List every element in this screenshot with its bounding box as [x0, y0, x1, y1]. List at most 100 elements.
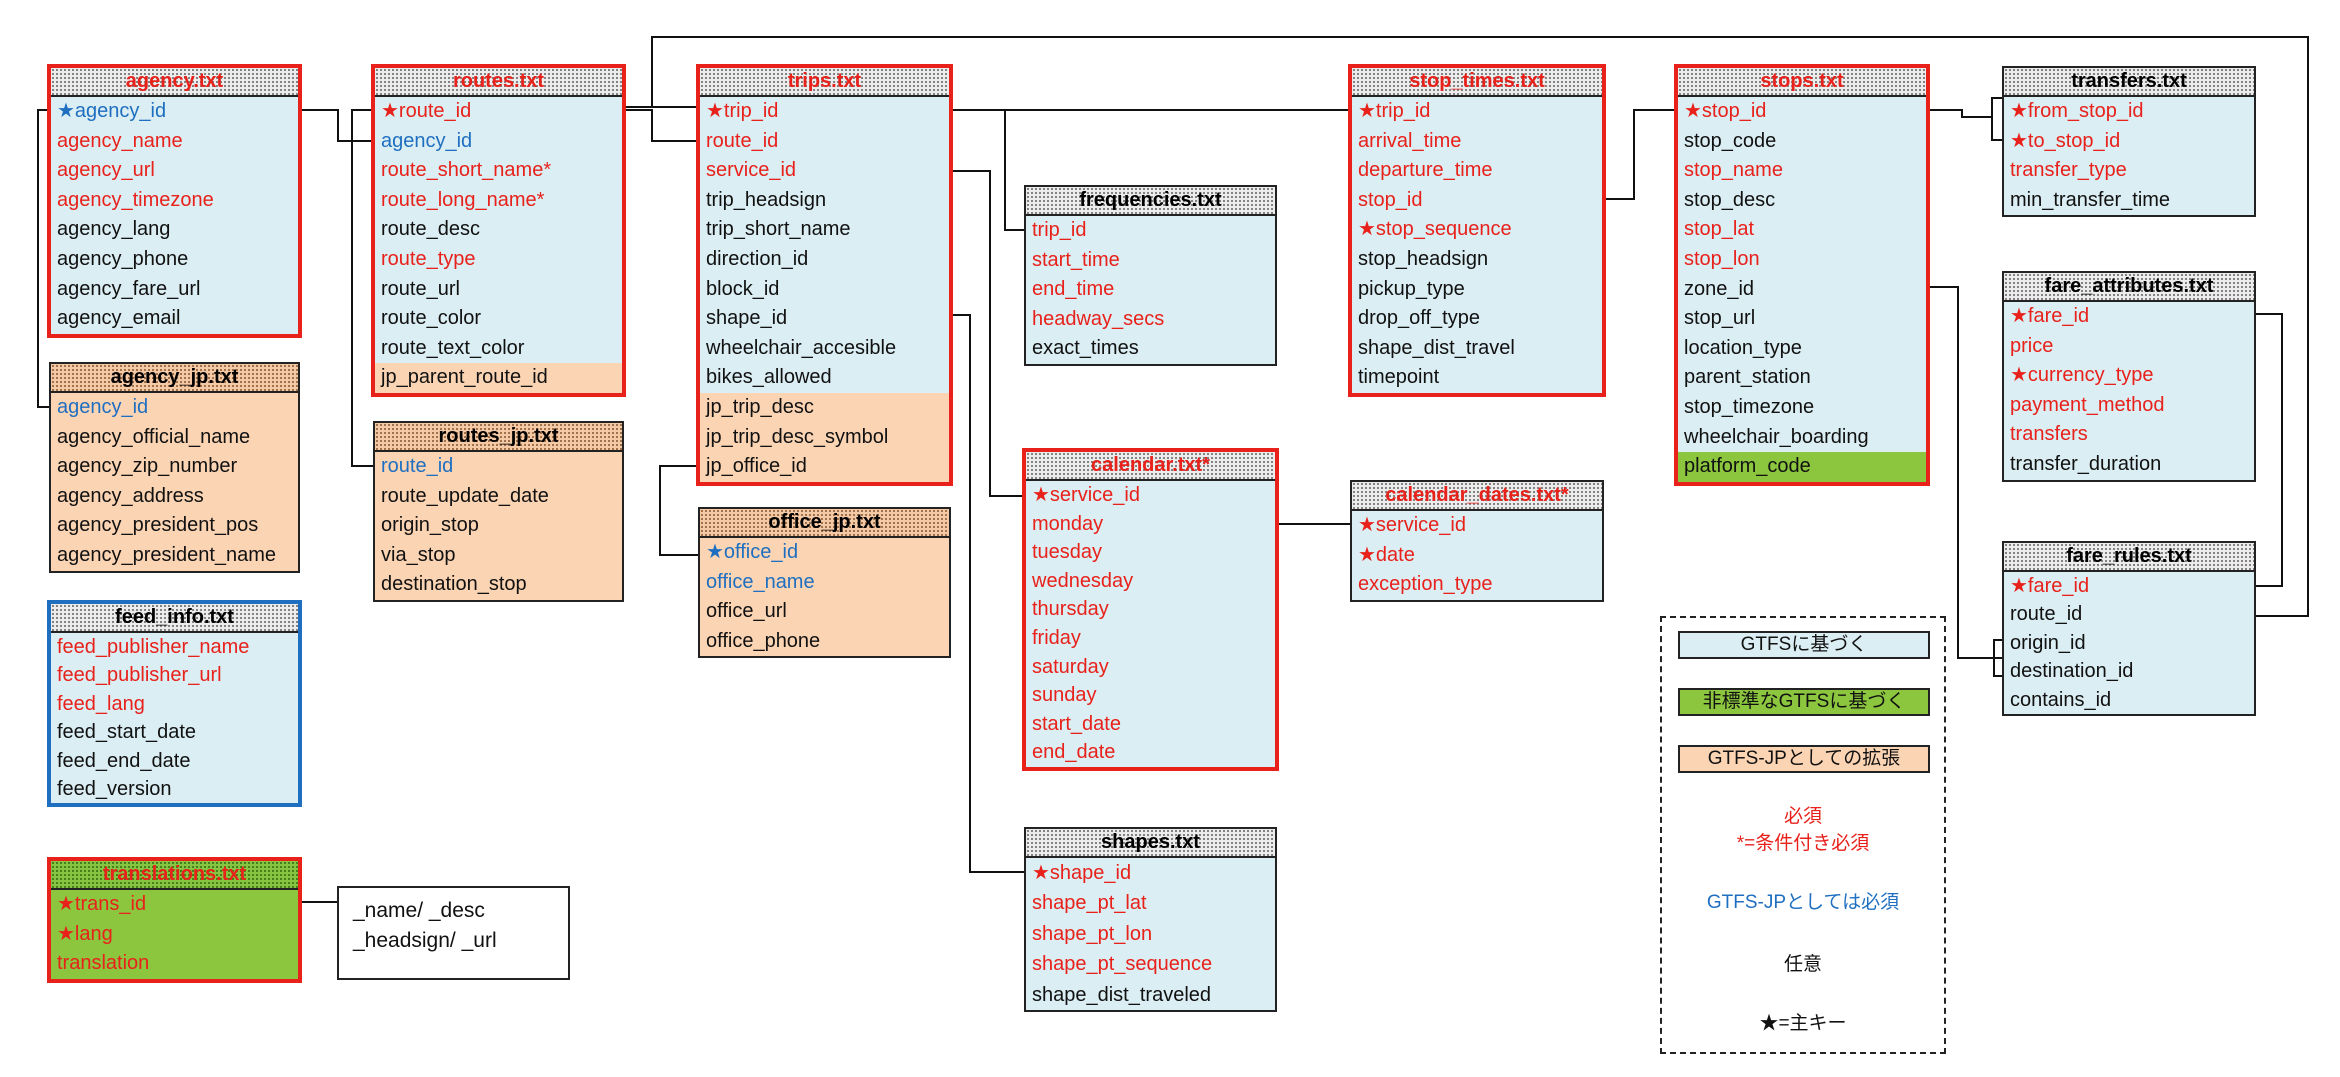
field-stop-sequence: ★stop_sequence: [1352, 215, 1602, 245]
table-title: transfers.txt: [2004, 68, 2254, 97]
legend-jp-ext-swatch: GTFS-JPとしての拡張: [1678, 745, 1930, 773]
field-route-short-name: route_short_name*: [375, 156, 622, 186]
field-jp-parent-route-id: jp_parent_route_id: [375, 363, 622, 393]
note-line-1: _name/ _desc: [353, 899, 485, 922]
field-contains-id: contains_id: [2004, 685, 2254, 714]
field-route-id: route_id: [375, 452, 622, 482]
table-title: stop_times.txt: [1352, 68, 1602, 97]
field-agency-email: agency_email: [51, 304, 298, 334]
field-date: ★date: [1352, 540, 1602, 571]
field-stop-lon: stop_lon: [1678, 244, 1926, 275]
field-route-url: route_url: [375, 274, 622, 305]
link-agency-routes: [300, 109, 375, 142]
field-pickup-type: pickup_type: [1352, 274, 1602, 305]
field-trip-id: trip_id: [1026, 216, 1275, 246]
field-headway-secs: headway_secs: [1026, 304, 1275, 335]
field-end-time: end_time: [1026, 275, 1275, 305]
table-trips: trips.txt ★trip_id route_id service_id t…: [696, 64, 953, 486]
table-stops: stops.txt ★stop_id stop_code stop_name s…: [1674, 64, 1930, 486]
field-service-id: ★service_id: [1026, 481, 1275, 510]
table-stop-times: stop_times.txt ★trip_id arrival_time dep…: [1348, 64, 1606, 397]
field-trip-headsign: trip_headsign: [700, 185, 949, 216]
field-fare-id: ★fare_id: [2004, 572, 2254, 601]
field-trip-id: ★trip_id: [700, 97, 949, 127]
field-transfer-duration: transfer_duration: [2004, 449, 2254, 480]
field-location-type: location_type: [1678, 333, 1926, 364]
note-line-2: _headsign/ _url: [353, 929, 497, 952]
field-to-stop-id: ★to_stop_id: [2004, 126, 2254, 157]
field-agency-zip-number: agency_zip_number: [51, 452, 298, 482]
field-translation: translation: [51, 949, 298, 979]
field-drop-off-type: drop_off_type: [1352, 304, 1602, 334]
field-trip-id: ★trip_id: [1352, 97, 1602, 127]
field-arrival-time: arrival_time: [1352, 126, 1602, 157]
field-route-desc: route_desc: [375, 215, 622, 245]
table-title: feed_info.txt: [51, 604, 298, 633]
field-stop-lat: stop_lat: [1678, 215, 1926, 245]
field-timepoint: timepoint: [1352, 363, 1602, 393]
field-agency-url: agency_url: [51, 156, 298, 186]
field-agency-president-pos: agency_president_pos: [51, 511, 298, 541]
field-sunday: sunday: [1026, 681, 1275, 710]
field-via-stop: via_stop: [375, 540, 622, 571]
field-stop-desc: stop_desc: [1678, 185, 1926, 216]
field-zone-id: zone_id: [1678, 274, 1926, 305]
field-start-date: start_date: [1026, 709, 1275, 739]
field-jp-trip-desc-symbol: jp_trip_desc_symbol: [700, 422, 949, 453]
field-block-id: block_id: [700, 274, 949, 305]
field-from-stop-id: ★from_stop_id: [2004, 97, 2254, 127]
table-title: routes_jp.txt: [375, 423, 622, 452]
field-agency-fare-url: agency_fare_url: [51, 274, 298, 305]
legend-primary-key: ★=主キー: [1759, 1013, 1847, 1034]
field-office-id: ★office_id: [700, 538, 949, 568]
field-service-id: ★service_id: [1352, 511, 1602, 541]
field-office-phone: office_phone: [700, 626, 949, 657]
table-title: stops.txt: [1678, 68, 1926, 97]
field-transfer-type: transfer_type: [2004, 156, 2254, 186]
legend-gtfs-swatch: GTFSに基づく: [1678, 631, 1930, 659]
field-lang: ★lang: [51, 919, 298, 950]
field-feed-publisher-url: feed_publisher_url: [51, 661, 298, 690]
legend-jp-required: GTFS-JPとしては必須: [1706, 892, 1900, 913]
field-exact-times: exact_times: [1026, 334, 1275, 364]
field-shape-id: ★shape_id: [1026, 858, 1275, 889]
legend-nonstandard-swatch: 非標準なGTFSに基づく: [1678, 688, 1930, 716]
field-office-name: office_name: [700, 567, 949, 598]
field-route-update-date: route_update_date: [375, 481, 622, 512]
field-feed-start-date: feed_start_date: [51, 718, 298, 747]
table-shapes: shapes.txt ★shape_id shape_pt_lat shape_…: [1024, 827, 1277, 1012]
table-title: routes.txt: [375, 68, 622, 97]
field-stop-headsign: stop_headsign: [1352, 244, 1602, 275]
field-stop-code: stop_code: [1678, 126, 1926, 157]
link-stops-transfers: [1928, 109, 1992, 118]
field-start-time: start_time: [1026, 245, 1275, 276]
table-title: calendar_dates.txt*: [1352, 482, 1602, 511]
field-exception-type: exception_type: [1352, 570, 1602, 600]
field-wednesday: wednesday: [1026, 566, 1275, 596]
field-shape-id: shape_id: [700, 304, 949, 334]
field-wheelchair-accesible: wheelchair_accesible: [700, 333, 949, 364]
table-frequencies: frequencies.txt trip_id start_time end_t…: [1024, 185, 1277, 366]
field-monday: monday: [1026, 509, 1275, 539]
translations-note: _name/ _desc _headsign/ _url: [337, 886, 570, 980]
field-origin-stop: origin_stop: [375, 511, 622, 541]
field-trans-id: ★trans_id: [51, 890, 298, 920]
field-agency-lang: agency_lang: [51, 215, 298, 245]
field-feed-lang: feed_lang: [51, 689, 298, 719]
table-title: agency.txt: [51, 68, 298, 97]
table-title: fare_rules.txt: [2004, 543, 2254, 572]
field-stop-name: stop_name: [1678, 156, 1926, 186]
link-trips-officejp: [659, 465, 700, 556]
field-currency-type: ★currency_type: [2004, 361, 2254, 391]
field-departure-time: departure_time: [1352, 156, 1602, 186]
link-stoptimes-stops: [1604, 109, 1678, 200]
table-title: frequencies.txt: [1026, 187, 1275, 216]
field-friday: friday: [1026, 623, 1275, 653]
field-trip-short-name: trip_short_name: [700, 215, 949, 245]
field-agency-address: agency_address: [51, 481, 298, 512]
table-office-jp: office_jp.txt ★office_id office_name off…: [698, 507, 951, 659]
field-stop-id: ★stop_id: [1678, 97, 1926, 127]
field-route-text-color: route_text_color: [375, 333, 622, 364]
table-title: office_jp.txt: [700, 509, 949, 538]
link-trips-frequencies: [1004, 110, 1026, 231]
